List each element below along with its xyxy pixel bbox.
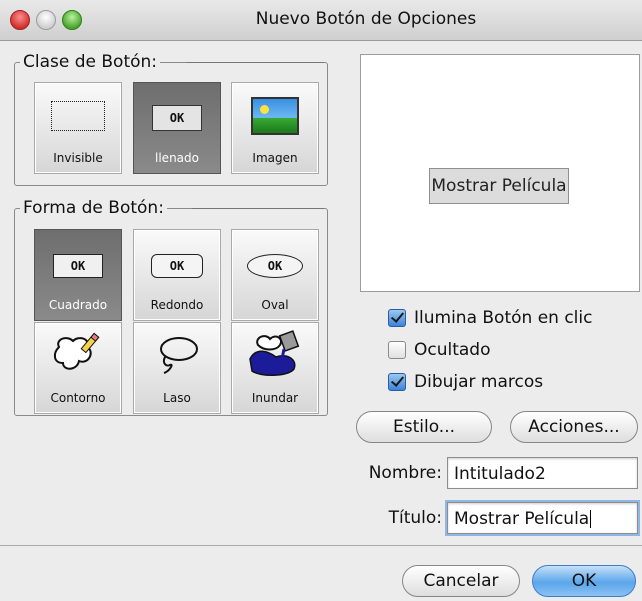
preview-button: Mostrar Película <box>429 168 569 204</box>
close-window-button[interactable] <box>10 10 30 30</box>
title-field[interactable]: Mostrar Película <box>447 502 638 534</box>
rounded-ok-icon: OK <box>151 254 203 278</box>
button-class-legend: Clase de Botón: <box>20 52 161 72</box>
legend-rule <box>192 208 324 209</box>
shape-option-outline[interactable]: Contorno <box>34 322 122 414</box>
lasso-icon <box>160 337 198 374</box>
style-button[interactable]: Estilo... <box>356 411 492 443</box>
shape-option-label: Redondo <box>150 298 204 312</box>
class-option-invisible[interactable]: Invisible <box>34 82 122 174</box>
shape-option-label: Cuadrado <box>48 298 108 312</box>
button-shape-legend: Forma de Botón: <box>20 198 167 218</box>
preview-button-text: Mostrar Película <box>431 176 567 196</box>
legend-rule <box>186 62 324 63</box>
draw-frames-label[interactable]: Dibujar marcos <box>414 372 543 392</box>
shape-option-label: Contorno <box>50 391 106 405</box>
shape-option-oval[interactable]: OK Oval <box>231 229 319 321</box>
filled-ok-icon: OK <box>152 105 202 131</box>
zoom-window-button[interactable] <box>62 10 82 30</box>
name-label: Nombre: <box>368 463 442 483</box>
shape-option-label: Inundar <box>251 391 299 405</box>
preview-pane: Mostrar Película <box>360 54 640 292</box>
shape-option-label: Laso <box>163 391 191 405</box>
landscape-image-icon <box>251 97 299 135</box>
outline-shape-icon <box>53 332 100 370</box>
actions-button[interactable]: Acciones... <box>510 411 638 443</box>
minimize-window-button[interactable] <box>36 10 56 30</box>
class-option-filled[interactable]: OK llenado <box>133 82 221 174</box>
hidden-label[interactable]: Ocultado <box>414 340 491 360</box>
highlight-on-click-checkbox[interactable] <box>388 309 406 327</box>
oval-ok-icon: OK <box>247 254 303 278</box>
shape-option-square[interactable]: OK Cuadrado <box>34 229 122 321</box>
ok-button[interactable]: OK <box>532 565 636 597</box>
shape-option-rounded[interactable]: OK Redondo <box>133 229 221 321</box>
footer-divider <box>0 545 642 546</box>
class-option-label: Imagen <box>252 151 298 165</box>
cancel-button[interactable]: Cancelar <box>402 565 520 597</box>
highlight-on-click-label[interactable]: Ilumina Botón en clic <box>414 308 592 328</box>
window-title: Nuevo Botón de Opciones <box>255 9 477 29</box>
dotted-rect-icon <box>51 101 105 131</box>
title-label: Título: <box>388 508 442 528</box>
title-bar: Nuevo Botón de Opciones <box>0 0 642 41</box>
shape-option-lasso[interactable]: Laso <box>133 322 221 414</box>
name-field[interactable]: Intitulado2 <box>447 457 638 489</box>
title-field-value: Mostrar Película <box>454 509 590 529</box>
hidden-checkbox[interactable] <box>388 341 406 359</box>
text-caret <box>590 510 592 528</box>
class-option-label: Invisible <box>53 151 103 165</box>
square-ok-icon: OK <box>53 254 103 278</box>
shape-option-flood[interactable]: Inundar <box>231 322 319 414</box>
class-option-image[interactable]: Imagen <box>231 82 319 174</box>
flood-fill-icon <box>249 330 300 376</box>
draw-frames-checkbox[interactable] <box>388 373 406 391</box>
shape-option-label: Oval <box>261 298 289 312</box>
class-option-label: llenado <box>155 151 199 165</box>
